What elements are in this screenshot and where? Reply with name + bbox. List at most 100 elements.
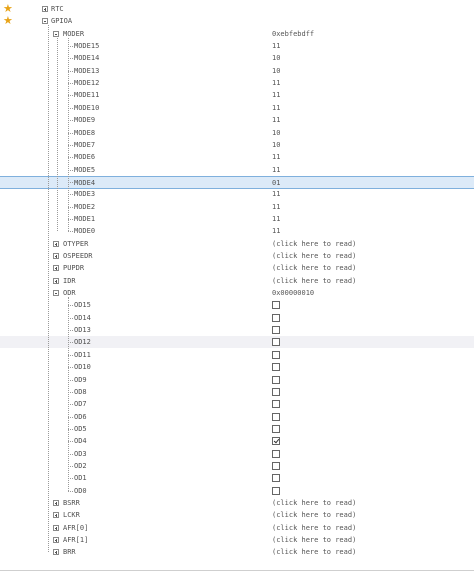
register-row-brr[interactable]: BRR (click here to read): [0, 546, 474, 558]
field-checkbox[interactable]: [272, 350, 280, 359]
peripheral-row-rtc[interactable]: ★ RTC: [0, 3, 474, 15]
register-label: PUPDR: [63, 264, 85, 273]
field-label: OD7: [74, 400, 87, 409]
peripheral-label: GPIOA: [51, 17, 73, 26]
expand-icon[interactable]: [53, 265, 59, 272]
expand-icon[interactable]: [53, 549, 59, 556]
register-row-idr[interactable]: IDR (click here to read): [0, 275, 474, 287]
field-value[interactable]: 01: [272, 177, 280, 189]
register-row-afr1[interactable]: AFR[1] (click here to read): [0, 534, 474, 546]
field-label: OD8: [74, 387, 87, 396]
field-value[interactable]: 11: [272, 77, 280, 89]
expand-icon[interactable]: [53, 253, 59, 259]
field-checkbox[interactable]: [272, 338, 280, 347]
collapse-icon[interactable]: [53, 30, 59, 37]
field-label: MODE11: [74, 91, 100, 100]
field-value[interactable]: 11: [272, 188, 280, 200]
field-checkbox[interactable]: [272, 474, 280, 483]
register-label: AFR[1]: [63, 536, 89, 545]
collapse-icon[interactable]: [42, 18, 48, 25]
field-label: MODE6: [74, 153, 96, 162]
read-register-link[interactable]: (click here to read): [272, 497, 356, 509]
field-value[interactable]: 11: [272, 225, 280, 237]
field-value[interactable]: 10: [272, 52, 280, 64]
register-row-pupdr[interactable]: PUPDR (click here to read): [0, 262, 474, 274]
register-row-afr0[interactable]: AFR[0] (click here to read): [0, 522, 474, 534]
register-row-odr[interactable]: ODR 0x00000010: [0, 287, 474, 299]
collapse-icon[interactable]: [53, 290, 59, 297]
field-checkbox[interactable]: [272, 400, 280, 409]
field-value[interactable]: 11: [272, 201, 280, 213]
field-checkbox[interactable]: [272, 313, 280, 322]
register-row-moder[interactable]: MODER 0xebfebdff: [0, 28, 474, 40]
expand-icon[interactable]: [42, 6, 48, 12]
field-value[interactable]: 11: [272, 164, 280, 176]
field-label: MODE15: [74, 42, 100, 51]
read-register-link[interactable]: (click here to read): [272, 534, 356, 546]
tree-guide-line: [57, 37, 58, 232]
field-label: MODE5: [74, 165, 96, 174]
field-checkbox[interactable]: [272, 437, 280, 446]
tree-guide-line: [68, 297, 69, 491]
field-value[interactable]: 11: [272, 213, 280, 225]
favorite-star-icon[interactable]: ★: [3, 3, 15, 15]
register-row-otyper[interactable]: OTYPER (click here to read): [0, 238, 474, 250]
field-label: MODE4: [74, 178, 96, 187]
register-row-lckr[interactable]: LCKR (click here to read): [0, 509, 474, 521]
register-label: BSRR: [63, 499, 80, 507]
field-value[interactable]: 11: [272, 40, 280, 52]
register-row-bsrr[interactable]: BSRR (click here to read): [0, 497, 474, 509]
read-register-link[interactable]: (click here to read): [272, 509, 356, 521]
field-checkbox[interactable]: [272, 375, 280, 384]
expand-icon[interactable]: [53, 524, 59, 531]
field-label: MODE12: [74, 79, 100, 88]
expand-icon[interactable]: [53, 240, 59, 247]
field-label: MODE9: [74, 116, 96, 125]
field-label: OD3: [74, 449, 87, 458]
field-label: OD13: [74, 326, 91, 335]
register-label: LCKR: [63, 511, 80, 520]
field-label: MODE0: [74, 227, 96, 236]
read-register-link[interactable]: (click here to read): [272, 250, 356, 262]
field-label: MODE8: [74, 128, 96, 137]
favorite-star-icon[interactable]: ★: [3, 15, 15, 27]
bottom-border: [0, 570, 474, 571]
peripheral-row-gpioa[interactable]: ★ GPIOA: [0, 15, 474, 27]
field-value[interactable]: 10: [272, 65, 280, 77]
field-label: OD9: [74, 375, 87, 384]
field-checkbox[interactable]: [272, 449, 280, 458]
peripheral-label: RTC: [51, 5, 64, 13]
field-checkbox[interactable]: [272, 461, 280, 470]
expand-icon[interactable]: [53, 537, 59, 544]
tree-connector: [68, 231, 73, 233]
field-label: OD1: [74, 474, 87, 483]
register-row-ospeedr[interactable]: OSPEEDR (click here to read): [0, 250, 474, 262]
field-value[interactable]: 11: [272, 114, 280, 126]
field-checkbox[interactable]: [272, 363, 280, 372]
register-label: OTYPER: [63, 239, 89, 248]
field-checkbox[interactable]: [272, 424, 280, 433]
expand-icon[interactable]: [53, 500, 59, 506]
field-value[interactable]: 10: [272, 127, 280, 139]
field-label: OD12: [74, 338, 91, 347]
field-value[interactable]: 11: [272, 102, 280, 114]
field-checkbox[interactable]: [272, 326, 280, 335]
field-value[interactable]: 11: [272, 151, 280, 163]
tree-guide-line: [68, 37, 69, 232]
field-checkbox[interactable]: [272, 486, 280, 495]
read-register-link[interactable]: (click here to read): [272, 275, 356, 287]
field-value[interactable]: 10: [272, 139, 280, 151]
field-value[interactable]: 11: [272, 89, 280, 101]
read-register-link[interactable]: (click here to read): [272, 546, 356, 558]
expand-icon[interactable]: [53, 512, 59, 519]
field-checkbox[interactable]: [272, 412, 280, 421]
read-register-link[interactable]: (click here to read): [272, 238, 356, 250]
field-label: OD14: [74, 313, 91, 322]
expand-icon[interactable]: [53, 277, 59, 284]
field-checkbox[interactable]: [272, 301, 280, 310]
read-register-link[interactable]: (click here to read): [272, 262, 356, 274]
register-label: OSPEEDR: [63, 252, 93, 260]
field-checkbox[interactable]: [272, 387, 280, 396]
register-label: AFR[0]: [63, 523, 89, 532]
read-register-link[interactable]: (click here to read): [272, 522, 356, 534]
